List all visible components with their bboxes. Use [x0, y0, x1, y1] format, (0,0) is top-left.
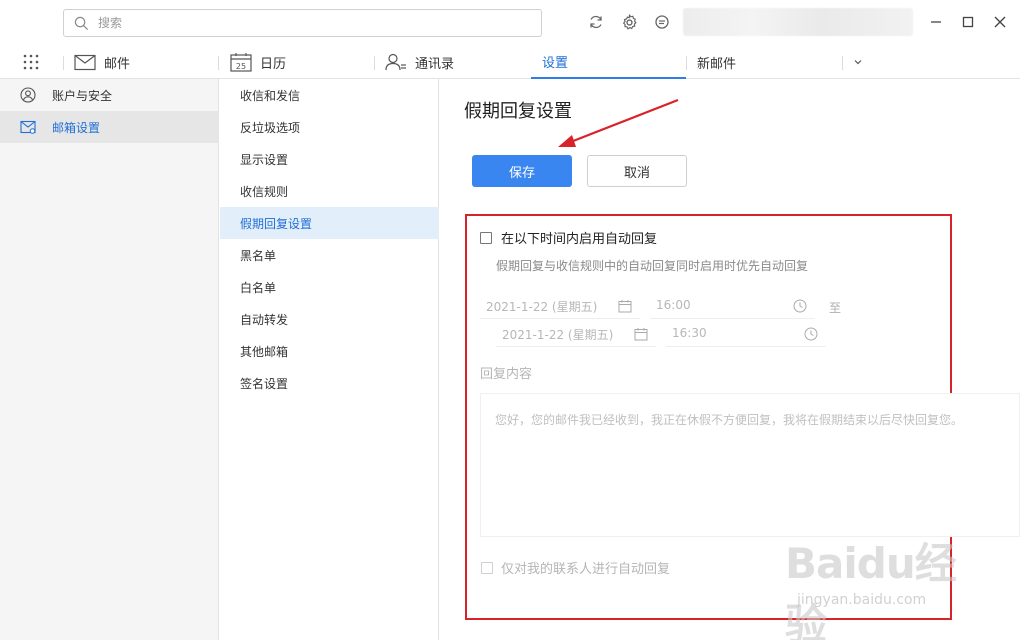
subnav-item-label: 收信和发信 [240, 89, 301, 103]
subnav-item-auto-forward[interactable]: 自动转发 [220, 303, 439, 335]
minimize-icon[interactable] [927, 13, 945, 31]
reply-content-text: 您好，您的邮件我已经收到，我正在休假不方便回复，我将在假期结束以后尽快回复您。 [495, 413, 964, 427]
user-icon [20, 87, 36, 103]
tab-mail[interactable]: 邮件 [74, 46, 130, 78]
maximize-icon[interactable] [959, 13, 977, 31]
apps-grid-icon[interactable] [22, 46, 40, 78]
tab-calendar-label: 日历 [260, 56, 287, 72]
sidebar-item-label: 邮箱设置 [52, 121, 101, 135]
start-time-value: 16:00 [656, 298, 691, 312]
priority-hint: 假期回复与收信规则中的自动回复同时启用时优先自动回复 [496, 259, 809, 273]
tab-mail-label: 邮件 [104, 56, 131, 72]
end-time-field[interactable]: 16:30 [666, 321, 826, 347]
tab-divider [686, 56, 687, 70]
mail-icon [74, 54, 96, 70]
tabs-overflow-chevron-down-icon[interactable] [852, 46, 864, 78]
message-icon[interactable] [653, 13, 671, 31]
mail-settings-subnav: 收信和发信 反垃圾选项 显示设置 收信规则 假期回复设置 黑名单 白名单 自动转… [220, 79, 439, 640]
tab-settings-label: 设置 [542, 56, 569, 71]
reply-content-label: 回复内容 [480, 367, 533, 382]
subnav-item-label: 假期回复设置 [240, 217, 313, 231]
subnav-item-display[interactable]: 显示设置 [220, 143, 439, 175]
tab-divider [842, 56, 843, 70]
search-input[interactable] [98, 13, 528, 33]
save-button[interactable]: 保存 [472, 155, 572, 187]
end-date-value: 2021-1-22 (星期五) [502, 328, 614, 342]
subnav-item-other-mailboxes[interactable]: 其他邮箱 [220, 335, 439, 367]
sync-icon[interactable] [587, 13, 605, 31]
tab-divider [374, 56, 375, 70]
end-date-field[interactable]: 2021-1-22 (星期五) [496, 321, 656, 347]
mail-settings-icon [20, 120, 36, 134]
calendar-icon [618, 300, 632, 313]
subnav-item-send-receive[interactable]: 收信和发信 [220, 79, 439, 111]
gear-icon[interactable] [620, 13, 638, 31]
svg-text:25: 25 [236, 62, 246, 71]
watermark-url: jingyan.baidu.com [797, 592, 927, 608]
calendar-icon [634, 328, 648, 341]
subnav-item-label: 自动转发 [240, 313, 289, 327]
annotation-arrow [558, 98, 679, 147]
tab-new-mail[interactable]: 新邮件 [689, 46, 736, 78]
subnav-item-whitelist[interactable]: 白名单 [220, 271, 439, 303]
subnav-item-label: 签名设置 [240, 377, 289, 391]
subnav-item-anti-spam[interactable]: 反垃圾选项 [220, 111, 439, 143]
baidu-watermark: Baidu经验 jingyan.baidu.com [785, 530, 985, 640]
enable-auto-reply-checkbox[interactable] [480, 232, 492, 244]
subnav-item-rules[interactable]: 收信规则 [220, 175, 439, 207]
subnav-item-label: 白名单 [240, 281, 277, 295]
contacts-only-checkbox[interactable] [481, 562, 493, 574]
tab-bar: 邮件 25 日历 通讯录 设置 新邮件 [0, 46, 1020, 79]
subnav-item-label: 反垃圾选项 [240, 121, 301, 135]
tab-divider [63, 56, 64, 70]
search-box[interactable] [63, 9, 542, 37]
search-icon [74, 16, 89, 31]
close-icon[interactable] [991, 13, 1009, 31]
sidebar-item-mail-settings[interactable]: 邮箱设置 [0, 111, 219, 143]
contacts-icon [385, 53, 406, 71]
contacts-only-label: 仅对我的联系人进行自动回复 [501, 562, 671, 577]
subnav-item-signature[interactable]: 签名设置 [220, 367, 439, 399]
calendar-icon: 25 [230, 53, 252, 72]
enable-auto-reply-label: 在以下时间内启用自动回复 [501, 232, 658, 247]
tab-contacts-label: 通讯录 [415, 56, 455, 72]
subnav-item-label: 收信规则 [240, 185, 289, 199]
subnav-item-blacklist[interactable]: 黑名单 [220, 239, 439, 271]
tab-contacts[interactable]: 通讯录 [385, 46, 454, 78]
subnav-item-vacation-reply[interactable]: 假期回复设置 [220, 207, 439, 239]
settings-sidebar: 账户与安全 邮箱设置 [0, 79, 219, 640]
subnav-item-label: 黑名单 [240, 249, 277, 263]
account-info[interactable] [683, 8, 913, 36]
sidebar-item-label: 账户与安全 [52, 89, 113, 103]
tab-divider [218, 56, 219, 70]
to-label: 至 [829, 301, 842, 315]
start-time-field[interactable]: 16:00 [650, 293, 815, 319]
subnav-item-label: 显示设置 [240, 153, 289, 167]
title-bar [0, 0, 1020, 46]
tab-new-mail-label: 新邮件 [697, 56, 737, 72]
tab-settings[interactable]: 设置 [531, 46, 686, 79]
clock-icon [804, 327, 818, 341]
tab-calendar[interactable]: 25 日历 [230, 46, 286, 78]
subnav-item-label: 其他邮箱 [240, 345, 289, 359]
sidebar-item-account-security[interactable]: 账户与安全 [0, 79, 219, 111]
cancel-button[interactable]: 取消 [587, 155, 687, 187]
clock-icon [793, 299, 807, 313]
watermark-brand: Baidu经验 [785, 539, 957, 640]
start-date-field[interactable]: 2021-1-22 (星期五) [480, 293, 640, 319]
reply-content-textarea[interactable]: 您好，您的邮件我已经收到，我正在休假不方便回复，我将在假期结束以后尽快回复您。 [480, 393, 1020, 537]
end-time-value: 16:30 [672, 326, 707, 340]
start-date-value: 2021-1-22 (星期五) [486, 300, 598, 314]
